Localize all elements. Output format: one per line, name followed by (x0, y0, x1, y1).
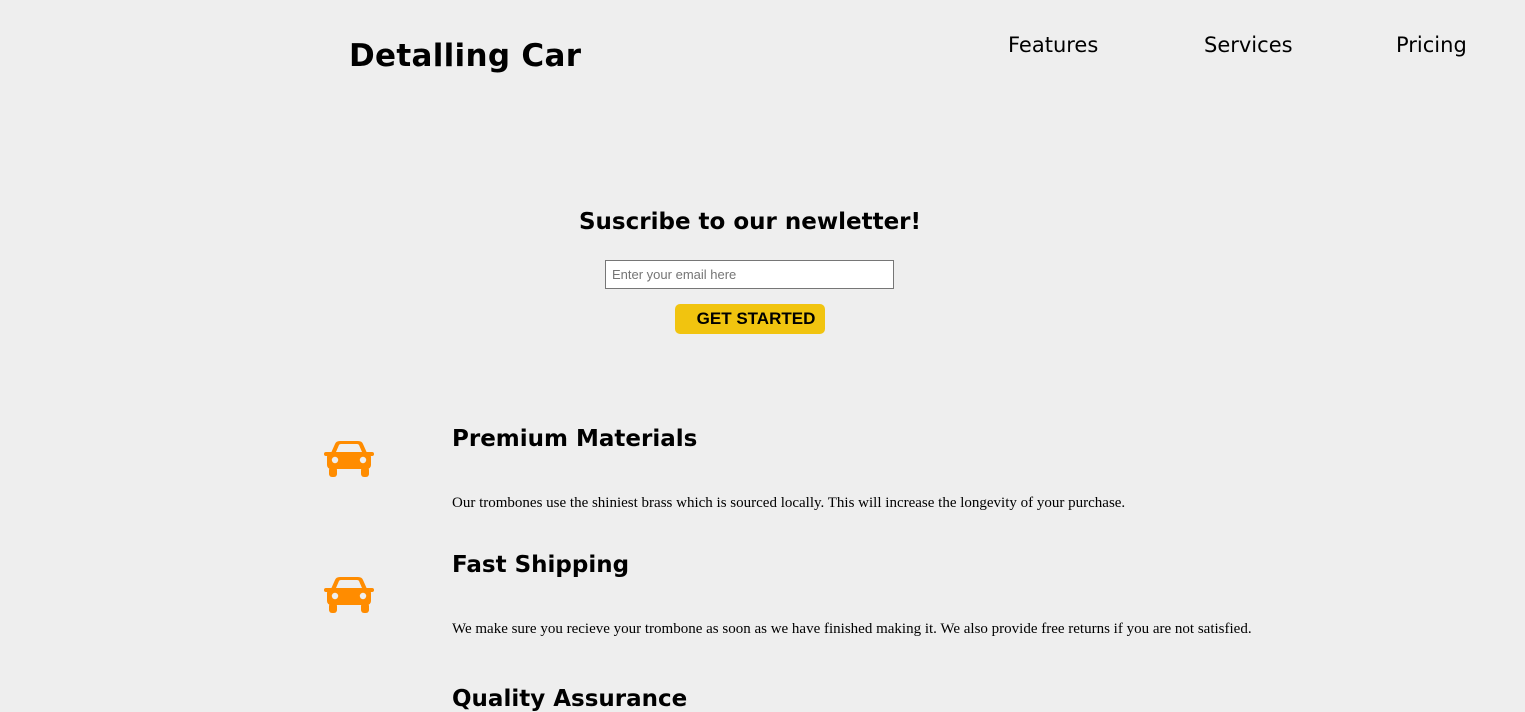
nav-link-features[interactable]: Features (1008, 33, 1098, 57)
feature-title-quality-assurance: Quality Assurance (452, 686, 688, 712)
car-icon (324, 577, 374, 613)
nav-link-services[interactable]: Services (1204, 33, 1293, 57)
car-icon (324, 441, 374, 477)
get-started-button[interactable]: GET STARTED (675, 304, 825, 334)
nav-link-pricing[interactable]: Pricing (1396, 33, 1467, 57)
email-input[interactable] (605, 260, 894, 289)
feature-title-fast-shipping: Fast Shipping (452, 552, 630, 578)
feature-description-fast-shipping: We make sure you recieve your trombone a… (452, 621, 1252, 637)
feature-description-premium-materials: Our trombones use the shiniest brass whi… (452, 495, 1126, 511)
logo: Detalling Car (349, 38, 582, 74)
newsletter-title: Suscribe to our newletter! (578, 209, 921, 235)
feature-title-premium-materials: Premium Materials (452, 426, 698, 452)
